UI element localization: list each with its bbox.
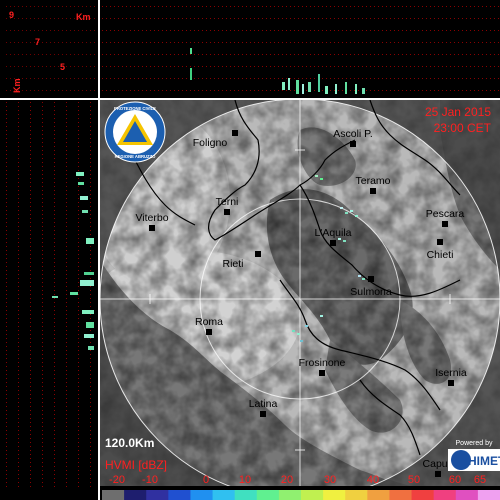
scale-swatch — [168, 490, 191, 500]
scale-tick-label: -10 — [142, 474, 158, 486]
scale-swatch — [367, 490, 390, 500]
scale-tick-label: 20 — [281, 474, 293, 486]
radar-viewer: 9 7 5 Km Km Foligno Ascoli P. Teramo Ter… — [0, 0, 500, 500]
city-marker-square — [370, 188, 376, 194]
city-label: Ascoli P. — [333, 128, 373, 140]
height-tick-7: 7 — [35, 37, 40, 47]
timestamp-date: 25 Jan 2015 — [425, 105, 491, 119]
city-label: Foligno — [193, 137, 228, 149]
brand-label: HIMET — [468, 454, 500, 468]
scale-tick-label: 60 — [449, 474, 461, 486]
scale-tick-label: 30 — [324, 474, 336, 486]
scale-swatch — [212, 490, 236, 500]
scale-swatch — [411, 490, 435, 500]
range-label: 120.0Km — [105, 436, 154, 450]
agency-logo: PROTEZIONE CIVILE REGIONE ABRUZZO — [104, 101, 166, 163]
city-label: Frosinone — [299, 357, 346, 369]
city-marker-square — [319, 370, 325, 376]
city-label: Pescara — [426, 208, 465, 220]
city-label: Latina — [249, 398, 278, 410]
city-label: Viterbo — [135, 212, 168, 224]
city-marker-square — [448, 380, 454, 386]
product-label: HVMI [dBZ] — [105, 458, 167, 472]
scale-swatch — [345, 490, 368, 500]
scale-tick-label: -20 — [109, 474, 125, 486]
scale-swatch — [323, 490, 346, 500]
city-label: L'Aquila — [314, 227, 351, 239]
color-scale-bar — [102, 490, 500, 500]
top-height-panel — [100, 0, 500, 98]
scale-swatch — [477, 490, 500, 500]
scale-swatch — [389, 490, 413, 500]
height-tick-9: 9 — [9, 10, 14, 20]
city-marker-square — [442, 221, 448, 227]
height-unit-label-top: Km — [76, 12, 91, 22]
city-label: Isernia — [435, 367, 467, 379]
logo-text-bottom: REGIONE ABRUZZO — [115, 154, 157, 159]
scale-swatch — [301, 490, 324, 500]
city-label: Rieti — [222, 258, 243, 270]
scale-tick-label: 40 — [367, 474, 379, 486]
city-marker-square — [330, 240, 336, 246]
scale-swatch — [102, 490, 125, 500]
city-marker-square — [350, 141, 356, 147]
scale-tick-label: 65 — [474, 474, 486, 486]
scale-tick-label: 0 — [203, 474, 209, 486]
himet-logo: HIMET — [448, 449, 500, 471]
height-axis-corner: 9 7 5 Km Km — [6, 6, 95, 93]
city-marker-square — [206, 329, 212, 335]
scale-swatch — [124, 490, 147, 500]
city-marker-square — [232, 130, 238, 136]
scale-swatch — [278, 490, 302, 500]
scale-swatch — [256, 490, 280, 500]
logo-text-top: PROTEZIONE CIVILE — [114, 106, 156, 111]
scale-swatch — [190, 490, 214, 500]
city-marker-square — [149, 225, 155, 231]
powered-by-label: Powered by — [456, 440, 493, 447]
city-marker-square — [260, 411, 266, 417]
scale-swatch — [433, 490, 457, 500]
city-marker-square — [224, 209, 230, 215]
city-label: Sulmona — [350, 286, 392, 298]
scale-swatch — [455, 490, 479, 500]
city-marker-square — [435, 471, 441, 477]
city-label: Terni — [216, 196, 239, 208]
scale-swatch — [146, 490, 169, 500]
city-label: Roma — [195, 316, 223, 328]
city-marker-square — [368, 276, 374, 282]
height-unit-label-side: Km — [12, 78, 22, 93]
scale-tick-label: 10 — [239, 474, 251, 486]
city-marker-square — [255, 251, 261, 257]
height-tick-5: 5 — [60, 62, 65, 72]
city-marker-square — [437, 239, 443, 245]
scale-tick-label: 50 — [408, 474, 420, 486]
city-label: Chieti — [427, 249, 454, 261]
city-label: Teramo — [355, 175, 390, 187]
left-height-panel — [0, 100, 98, 490]
scale-swatch — [234, 490, 258, 500]
timestamp-time: 23:00 CET — [434, 121, 492, 135]
